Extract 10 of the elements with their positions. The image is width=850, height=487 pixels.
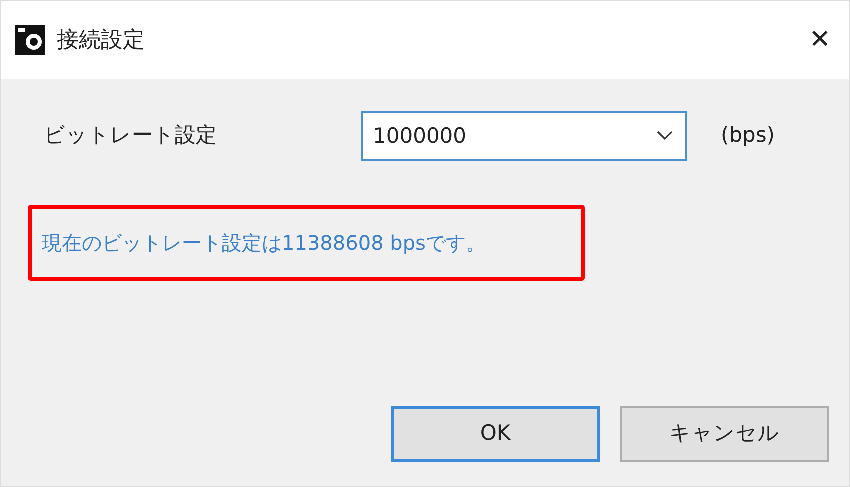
chevron-down-icon	[657, 131, 673, 141]
app-icon	[15, 25, 45, 55]
window-title: 接続設定	[57, 26, 145, 54]
unit-label: (bps)	[721, 122, 775, 150]
cancel-button[interactable]: キャンセル	[620, 406, 829, 462]
bitrate-combobox[interactable]: 1000000	[361, 111, 687, 161]
close-button[interactable]: ✕	[803, 27, 837, 53]
ok-button[interactable]: OK	[391, 406, 600, 462]
status-message: 現在のビットレート設定は11388608 bpsです。	[42, 230, 486, 257]
bitrate-label: ビットレート設定	[43, 122, 218, 150]
